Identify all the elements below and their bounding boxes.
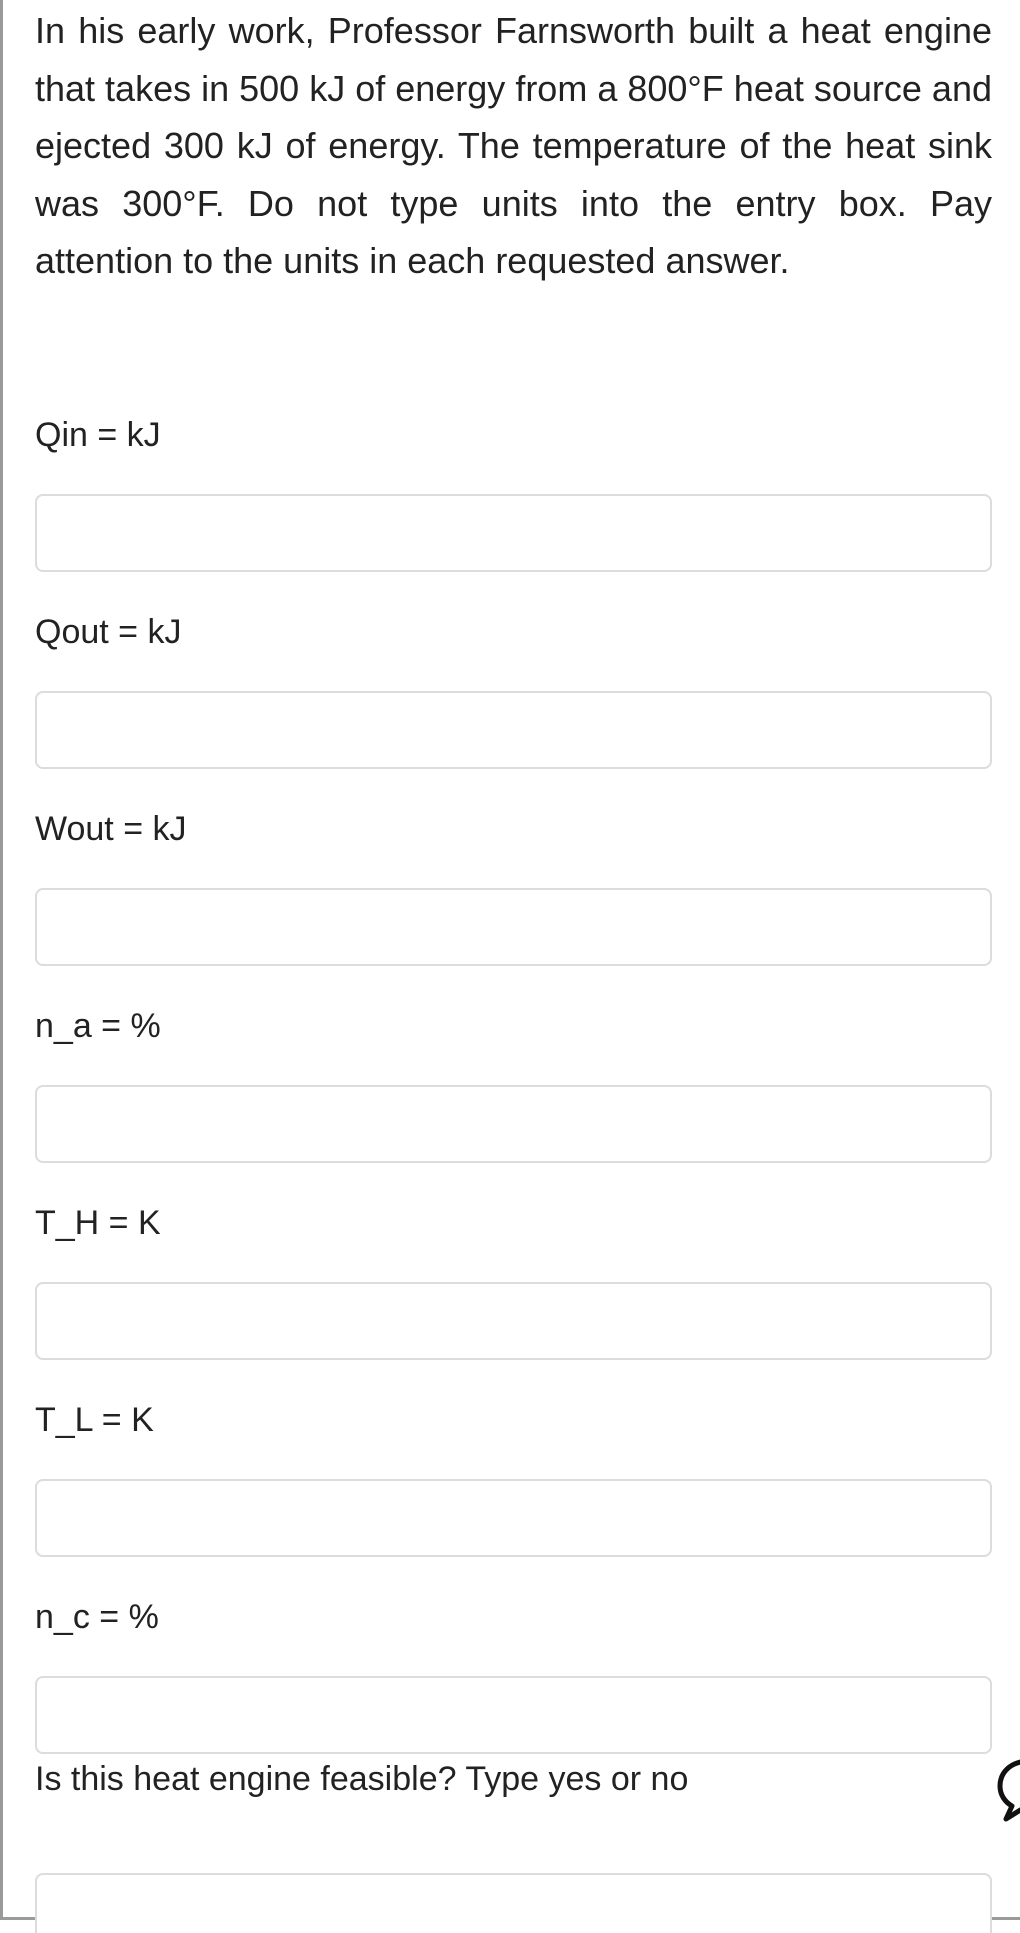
chat-bubble-icon[interactable] xyxy=(996,1753,1020,1823)
qout-label: Qout = kJ xyxy=(35,613,182,651)
qin-input[interactable] xyxy=(35,494,992,572)
question-content: In his early work, Professor Farnsworth … xyxy=(35,0,992,290)
t-l-input[interactable] xyxy=(35,1479,992,1557)
t-l-label: T_L = K xyxy=(35,1401,154,1439)
t-h-input[interactable] xyxy=(35,1282,992,1360)
qout-input[interactable] xyxy=(35,691,992,769)
problem-statement: In his early work, Professor Farnsworth … xyxy=(35,10,992,281)
n-a-input[interactable] xyxy=(35,1085,992,1163)
feasible-input[interactable] xyxy=(35,1873,992,1933)
wout-label: Wout = kJ xyxy=(35,810,187,848)
wout-input[interactable] xyxy=(35,888,992,966)
left-border xyxy=(0,0,3,1920)
t-h-label: T_H = K xyxy=(35,1204,161,1242)
n-c-label: n_c = % xyxy=(35,1598,159,1636)
n-a-label: n_a = % xyxy=(35,1007,161,1045)
qin-label: Qin = kJ xyxy=(35,416,161,454)
n-c-input[interactable] xyxy=(35,1676,992,1754)
feasible-label: Is this heat engine feasible? Type yes o… xyxy=(35,1760,689,1798)
